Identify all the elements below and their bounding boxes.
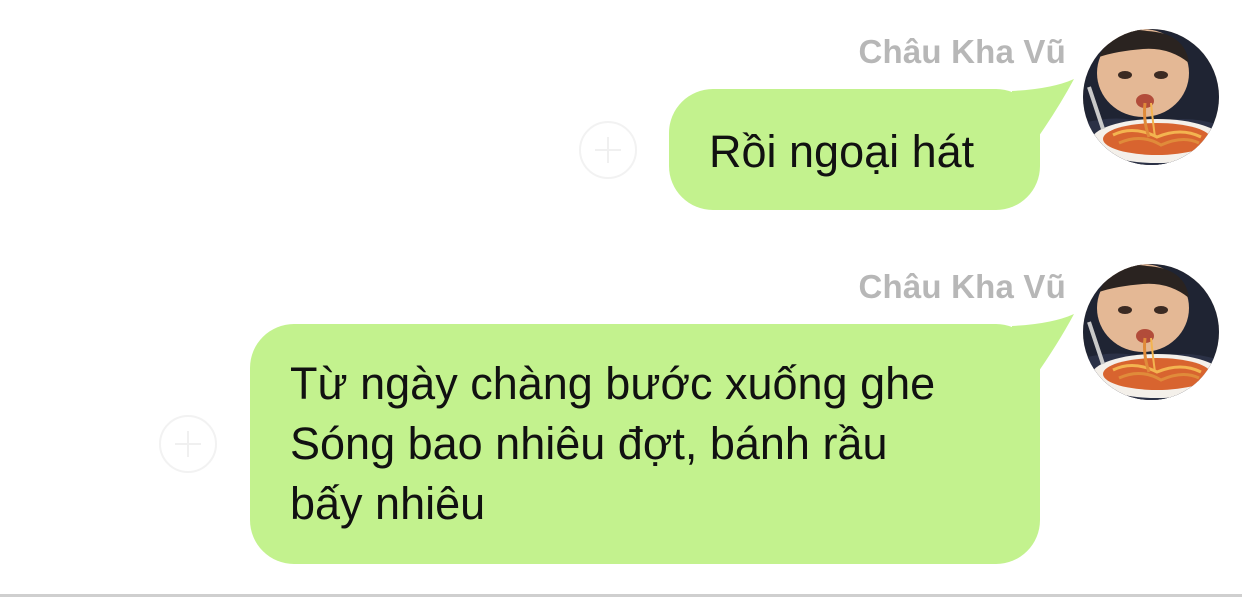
bottom-divider [0, 594, 1242, 597]
add-reaction-icon [187, 431, 189, 457]
bubble-tail-icon [1012, 314, 1074, 378]
chat-message-list: Châu Kha Vũ Rồi ngoại hát Châu Kha Vũ Từ… [0, 0, 1242, 598]
message-text-line: Sóng bao nhiêu đợt, bánh rầu [290, 418, 888, 469]
message-bubble[interactable]: Từ ngày chàng bước xuống ghe Sóng bao nh… [250, 314, 1074, 564]
user-photo-avatar-icon [1083, 29, 1219, 165]
user-photo-avatar-icon [1083, 264, 1219, 400]
add-reaction-icon [607, 137, 609, 163]
message-text-line: bấy nhiêu [290, 478, 486, 529]
message-text-line: Từ ngày chàng bước xuống ghe [290, 358, 936, 409]
avatar[interactable] [1083, 264, 1219, 400]
sender-name: Châu Kha Vũ [858, 268, 1066, 305]
add-reaction-button[interactable] [579, 121, 637, 179]
message-text: Rồi ngoại hát [709, 126, 975, 177]
add-reaction-button[interactable] [159, 415, 217, 473]
sender-name: Châu Kha Vũ [858, 33, 1066, 70]
avatar[interactable] [1083, 29, 1219, 165]
message-bubble[interactable]: Rồi ngoại hát [669, 79, 1074, 210]
bubble-tail-icon [1012, 79, 1074, 143]
